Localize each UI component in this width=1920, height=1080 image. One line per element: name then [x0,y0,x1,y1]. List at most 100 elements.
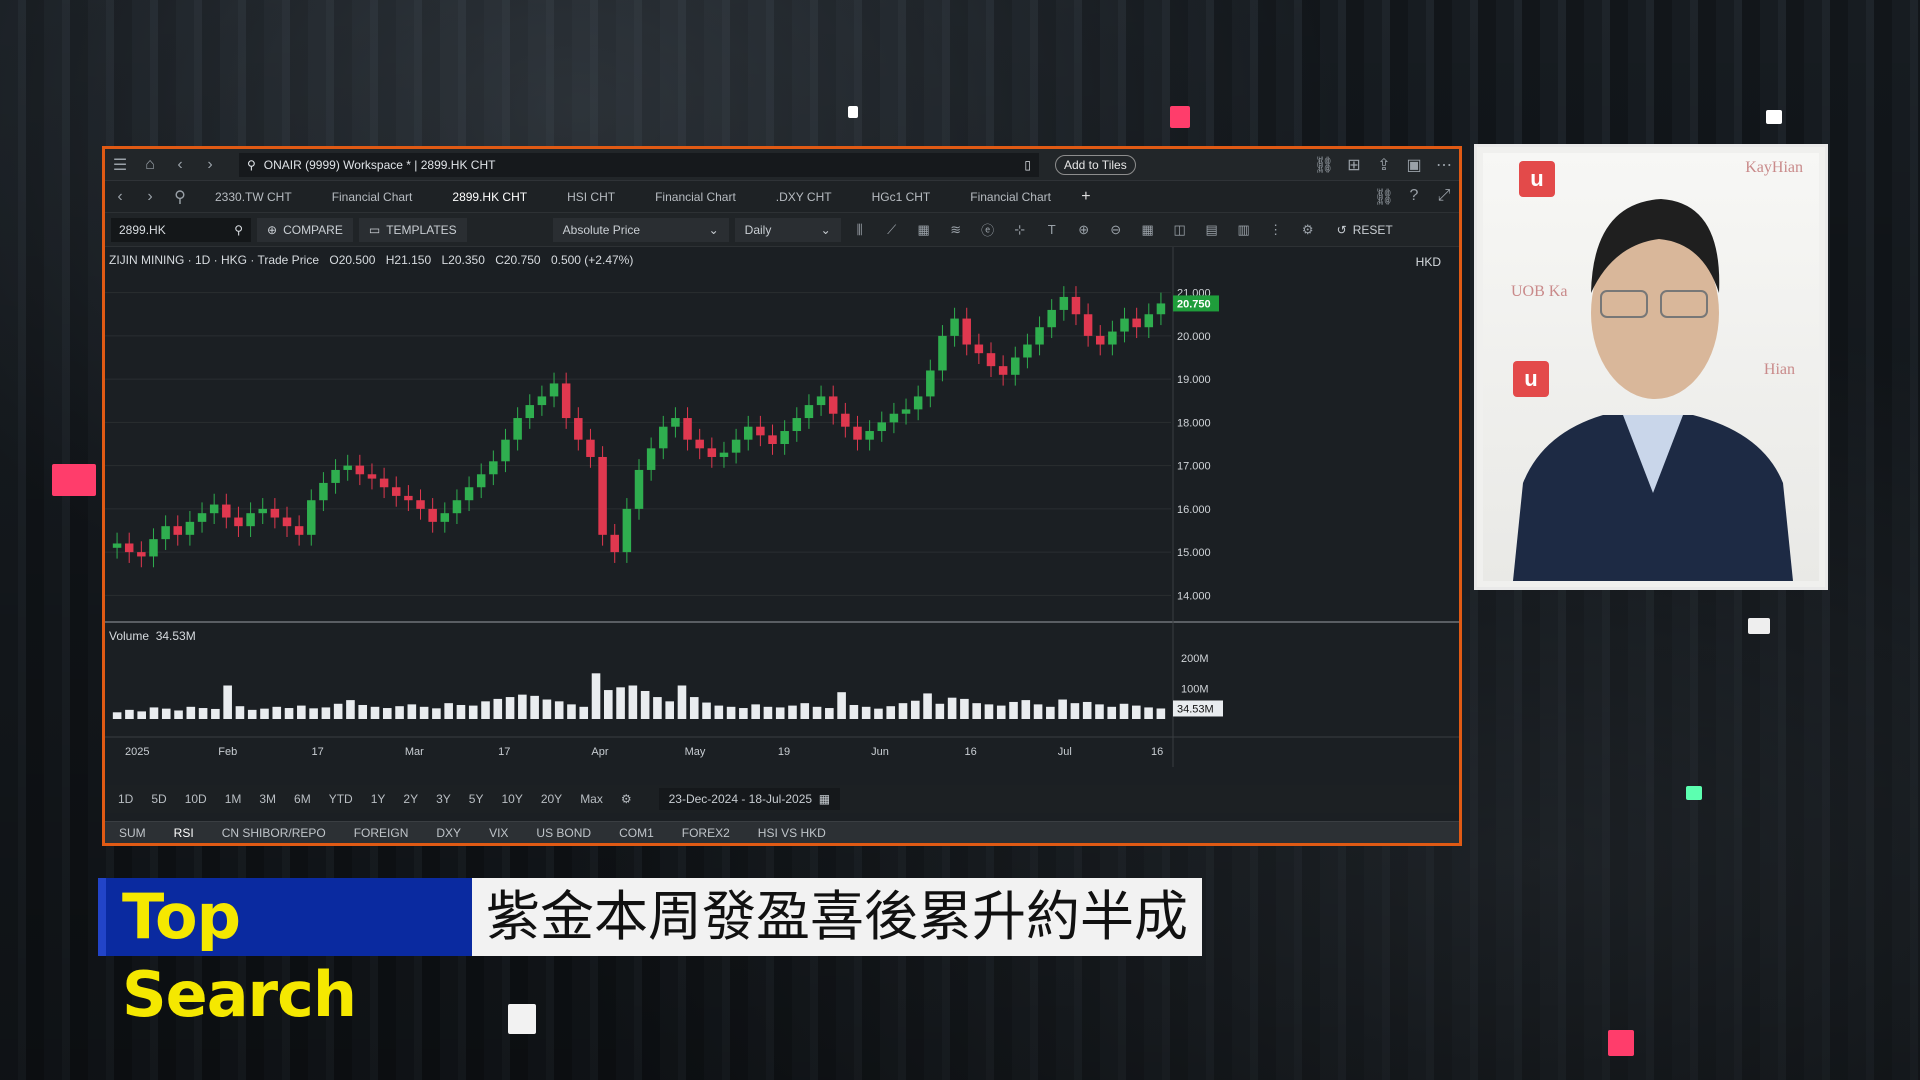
ws-tab-com1[interactable]: COM1 [605,826,668,840]
layout-icon[interactable]: ◫ [1167,222,1193,238]
ws-tab-forex2[interactable]: FOREX2 [668,826,744,840]
range-1y[interactable]: 1Y [362,792,395,806]
range-2y[interactable]: 2Y [394,792,427,806]
zoom-in-icon[interactable]: ⊕ [1071,222,1097,238]
ws-tab-hsi-vs-hkd[interactable]: HSI VS HKD [744,826,840,840]
bar-icon[interactable]: ▦ [911,222,937,238]
back-icon[interactable]: ‹ [165,156,195,174]
ws-tab-foreign[interactable]: FOREIGN [340,826,423,840]
ric-input[interactable]: 2899.HK ⚲ [111,217,251,242]
table-icon[interactable]: ▤ [1199,222,1225,238]
tab-hsi[interactable]: HSI CHT [547,190,635,204]
bookmark-icon[interactable]: ▯ [1024,158,1031,172]
chart-area[interactable]: 21.000 20.000 19.000 18.000 17.000 16.000 15.0… [105,247,1459,807]
candle-body [1144,314,1154,328]
lines-icon[interactable]: ≋ [943,222,969,238]
date-range-field[interactable]: 23-Dec-2024 - 18-Jul-2025 ▦ [658,788,841,810]
volume-label: Volume [109,629,150,643]
tab-forward-icon[interactable]: › [135,188,165,206]
link-icon[interactable]: ⛓ [1369,187,1399,207]
chevron-down-icon: ⌄ [708,222,719,237]
legend-close: C20.750 [495,253,541,267]
tab-back-icon[interactable]: ‹ [105,188,135,206]
range-5y[interactable]: 5Y [460,792,493,806]
range-10d[interactable]: 10D [176,792,216,806]
range-3m[interactable]: 3M [250,792,285,806]
ws-tab-cn-shibor[interactable]: CN SHIBOR/REPO [208,826,340,840]
add-to-tiles-button[interactable]: Add to Tiles [1055,154,1136,175]
tab-dxy[interactable]: .DXY CHT [756,190,852,204]
range-20y[interactable]: 20Y [532,792,571,806]
tab-hgc1[interactable]: HGc1 CHT [852,190,951,204]
range-6m[interactable]: 6M [285,792,320,806]
volume-bar [665,701,674,719]
ws-tab-sum[interactable]: SUM [105,826,160,840]
ws-tab-dxy[interactable]: DXY [422,826,475,840]
candle-body [476,474,486,488]
tab-financial-chart[interactable]: Financial Chart [312,190,433,204]
guest-video-frame: u u KayHian UOB Ka Hian [1474,144,1828,590]
text-icon[interactable]: T [1039,222,1065,237]
range-3y[interactable]: 3Y [427,792,460,806]
tab-2899-hk[interactable]: 2899.HK CHT [432,190,547,204]
more-icon[interactable]: ⋯ [1429,155,1459,175]
tab-financial-chart[interactable]: Financial Chart [950,190,1071,204]
add-tab-icon[interactable]: + [1071,188,1101,206]
crosshair-icon[interactable]: ⊹ [1007,222,1033,238]
link-icon[interactable]: ⛓ [1309,155,1339,175]
interval-select[interactable]: Daily ⌄ [734,217,841,242]
volume-bar [297,705,306,719]
volume-bar [1009,701,1018,719]
ws-tab-rsi[interactable]: RSI [160,826,208,840]
range-ytd[interactable]: YTD [320,792,362,806]
candle-body [331,469,340,483]
price-mode-select[interactable]: Absolute Price ⌄ [552,217,729,242]
tab-2330-tw[interactable]: 2330.TW CHT [195,190,312,204]
home-icon[interactable]: ⌂ [135,156,165,174]
expand-icon[interactable]: ⤢ [1429,187,1459,207]
candle-body [367,474,377,479]
candle-type-icon[interactable]: ⫼ [847,222,873,238]
forward-icon[interactable]: › [195,156,225,174]
candle-body [343,465,352,470]
candle-body [1120,318,1129,332]
ws-tab-vix[interactable]: VIX [475,826,522,840]
range-settings-icon[interactable]: ⚙ [612,792,641,806]
new-window-icon[interactable]: ⊞ [1339,155,1369,175]
indicator-icon[interactable]: ⟋ [879,222,905,238]
range-1d[interactable]: 1D [109,792,142,806]
volume-bar [358,704,368,719]
volume-bar [923,693,932,719]
candle-body [404,495,413,501]
volume-bar [211,708,220,719]
candle-body [1023,344,1032,358]
range-1m[interactable]: 1M [216,792,251,806]
share-icon[interactable]: ⇪ [1369,155,1399,175]
compare-button[interactable]: ⊕ COMPARE [257,217,353,242]
menu-icon[interactable]: ☰ [105,155,135,175]
zoom-out-icon[interactable]: ⊖ [1103,222,1129,238]
ws-tab-us-bond[interactable]: US BOND [522,826,605,840]
more-vertical-icon[interactable]: ⋮ [1263,222,1289,238]
legend-name: ZIJIN MINING · 1D · HKG · Trade Price [109,253,320,267]
volume-legend: Volume 34.53M [109,629,196,643]
address-bar[interactable]: ⚲ ONAIR (9999) Workspace * | 2899.HK CHT… [239,152,1039,177]
candle-body [1132,318,1141,328]
settings-icon[interactable]: ⚙ [1295,222,1321,238]
column-chart-icon[interactable]: ▥ [1231,222,1257,238]
search-icon[interactable]: ⚲ [165,187,195,207]
tab-financial-chart[interactable]: Financial Chart [635,190,756,204]
range-max[interactable]: Max [571,792,612,806]
range-5d[interactable]: 5D [142,792,175,806]
event-icon[interactable]: ⓔ [975,220,1001,239]
save-icon[interactable]: ▣ [1399,155,1429,175]
volume-bar [579,706,589,719]
templates-button[interactable]: ▭ TEMPLATES [358,217,467,242]
volume-bar [346,700,355,719]
range-10y[interactable]: 10Y [492,792,531,806]
help-icon[interactable]: ? [1399,187,1429,207]
volume-bar [714,705,724,719]
reset-button[interactable]: ↺ RESET [1327,218,1403,242]
volume-bar [518,694,527,719]
grid-icon[interactable]: ▦ [1135,222,1161,238]
